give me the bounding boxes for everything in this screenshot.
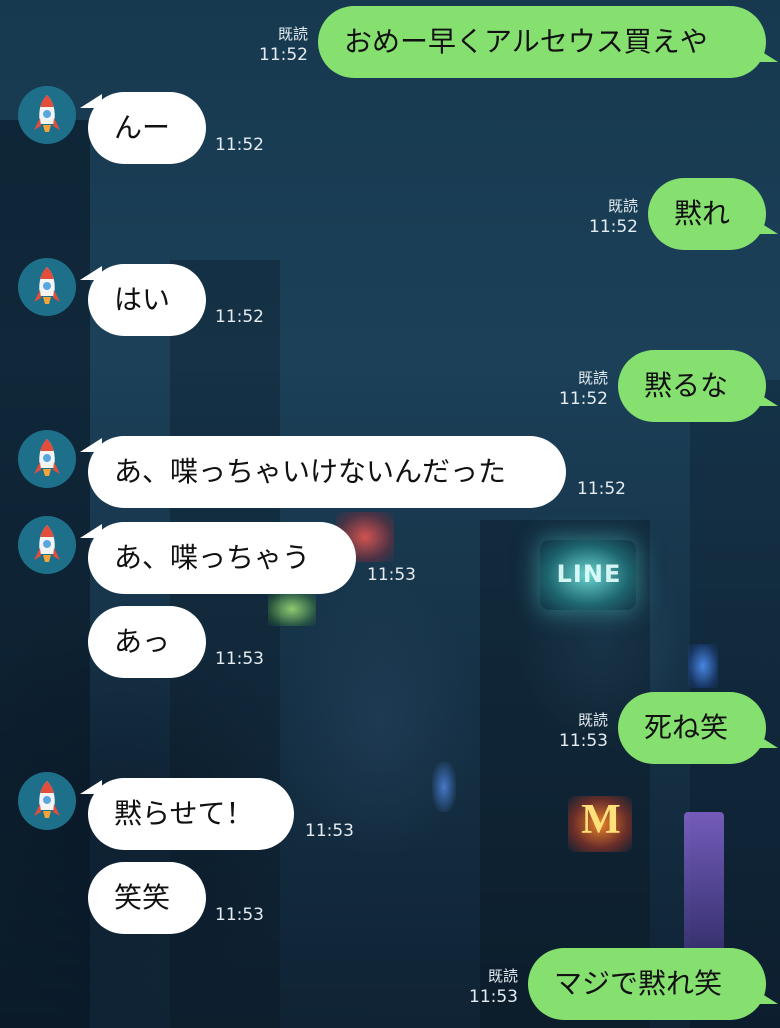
message-bubble[interactable]: 死ね笑 bbox=[618, 692, 766, 764]
avatar[interactable] bbox=[18, 430, 76, 488]
message-bubble[interactable]: はい bbox=[88, 264, 206, 336]
background-neon-m-glyph: M bbox=[581, 797, 621, 843]
avatar[interactable] bbox=[18, 258, 76, 316]
message-time: 11:52 bbox=[577, 479, 626, 499]
message-time: 11:53 bbox=[215, 905, 264, 925]
background-neon-blue bbox=[688, 644, 718, 688]
rocket-icon bbox=[34, 95, 60, 132]
message-meta: 既読 11:53 bbox=[546, 710, 608, 752]
read-receipt: 既読 bbox=[277, 25, 308, 43]
background-neon-line-sign bbox=[540, 540, 636, 610]
message-time: 11:53 bbox=[305, 821, 354, 841]
background-neon-line-text: LINE bbox=[556, 560, 622, 588]
message-time: 11:53 bbox=[469, 987, 518, 1007]
rocket-icon bbox=[34, 781, 60, 818]
background-neon-blue bbox=[432, 762, 456, 812]
message-meta: 既読 11:52 bbox=[546, 368, 608, 410]
bubble-tail bbox=[756, 48, 778, 62]
message-time: 11:52 bbox=[589, 217, 638, 237]
rocket-icon bbox=[34, 439, 60, 476]
message-meta: 既読 11:53 bbox=[456, 966, 518, 1008]
bubble-tail bbox=[756, 220, 778, 234]
message-time: 11:52 bbox=[215, 135, 264, 155]
background-building bbox=[0, 120, 90, 1028]
bubble-tail bbox=[756, 734, 778, 748]
message-bubble[interactable]: 黙れ bbox=[648, 178, 766, 250]
message-meta: 既読 11:52 bbox=[576, 196, 638, 238]
bubble-tail bbox=[756, 392, 778, 406]
chat-screen[interactable]: LINE M 既読 11:52 おめー早くアルセウス買えや んー 11:52 既… bbox=[0, 0, 780, 1028]
rocket-icon bbox=[34, 525, 60, 562]
read-receipt: 既読 bbox=[577, 711, 608, 729]
rocket-icon bbox=[34, 267, 60, 304]
message-meta: 既読 11:52 bbox=[246, 24, 308, 66]
read-receipt: 既読 bbox=[487, 967, 518, 985]
avatar[interactable] bbox=[18, 516, 76, 574]
message-bubble[interactable]: あっ bbox=[88, 606, 206, 678]
background-neon-green bbox=[268, 592, 316, 626]
read-receipt: 既読 bbox=[577, 369, 608, 387]
message-bubble[interactable]: あ、喋っちゃいけないんだった bbox=[88, 436, 566, 508]
read-receipt: 既読 bbox=[607, 197, 638, 215]
message-time: 11:53 bbox=[367, 565, 416, 585]
avatar[interactable] bbox=[18, 772, 76, 830]
avatar[interactable] bbox=[18, 86, 76, 144]
message-bubble[interactable]: 黙らせて！ bbox=[88, 778, 294, 850]
message-time: 11:52 bbox=[215, 307, 264, 327]
message-bubble[interactable]: マジで黙れ笑 bbox=[528, 948, 766, 1020]
message-time: 11:52 bbox=[559, 389, 608, 409]
message-bubble[interactable]: 黙るな bbox=[618, 350, 766, 422]
message-time: 11:53 bbox=[559, 731, 608, 751]
message-bubble[interactable]: 笑笑 bbox=[88, 862, 206, 934]
background-neon-purple bbox=[684, 812, 724, 962]
message-bubble[interactable]: んー bbox=[88, 92, 206, 164]
background-neon-m-sign bbox=[568, 796, 632, 852]
message-bubble[interactable]: おめー早くアルセウス買えや bbox=[318, 6, 766, 78]
bubble-tail bbox=[756, 990, 778, 1004]
message-time: 11:52 bbox=[259, 45, 308, 65]
message-time: 11:53 bbox=[215, 649, 264, 669]
message-bubble[interactable]: あ、喋っちゃう bbox=[88, 522, 356, 594]
